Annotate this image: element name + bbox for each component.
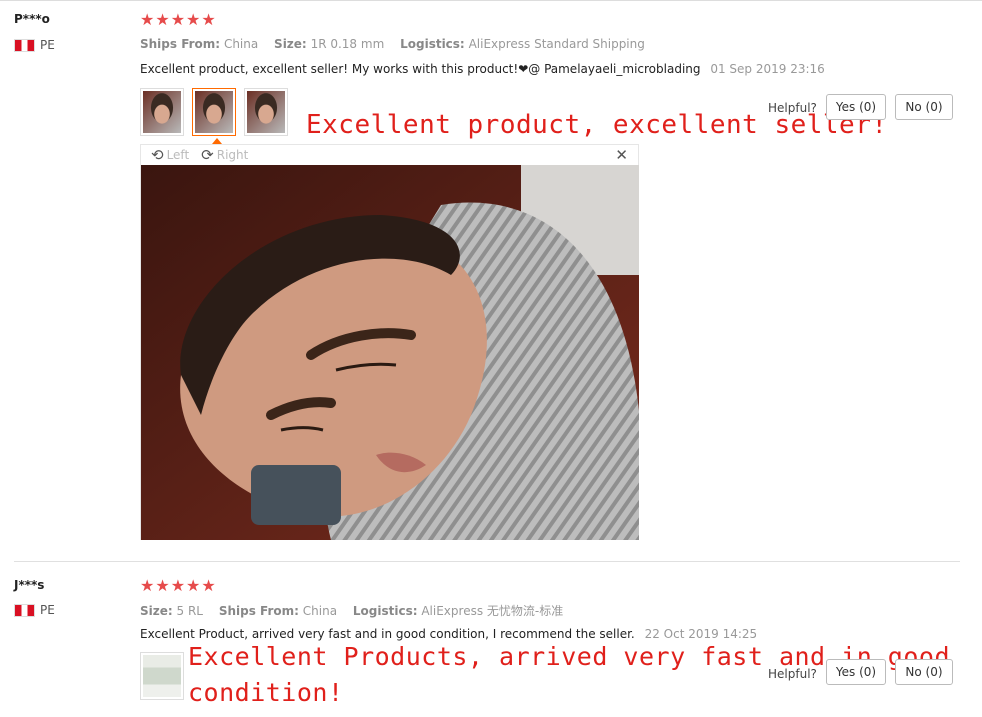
review-date: 01 Sep 2019 23:16 bbox=[710, 62, 825, 76]
review-body: Excellent Product, arrived very fast and… bbox=[140, 627, 635, 641]
rotate-left-icon: ⟲ bbox=[151, 146, 164, 164]
star-rating: ★ ★ ★ ★ ★ bbox=[140, 12, 216, 28]
reviewer-name: P***o bbox=[14, 12, 50, 26]
overlay-caption-line-2: condition! bbox=[188, 678, 344, 707]
review-thumbnail[interactable] bbox=[140, 88, 184, 136]
review-thumbnails bbox=[140, 652, 184, 700]
review-thumbnail-active[interactable] bbox=[192, 88, 236, 136]
helpful-label: Helpful? bbox=[768, 101, 817, 115]
star-icon: ★ bbox=[201, 576, 216, 595]
viewer-toolbar: ⟲ Left ⟳ Right ✕ bbox=[141, 145, 638, 165]
meta-value: 5 RL bbox=[176, 604, 203, 618]
rotate-right-button[interactable]: ⟳ Right bbox=[201, 146, 248, 164]
review-photo bbox=[141, 165, 639, 540]
review-meta: Ships From: China Size: 1R 0.18 mm Logis… bbox=[140, 37, 657, 51]
reviewer-country: PE bbox=[14, 38, 55, 52]
review-text: Excellent Product, arrived very fast and… bbox=[140, 627, 757, 641]
meta-label: Ships From: bbox=[140, 37, 221, 51]
star-icon: ★ bbox=[140, 10, 155, 29]
meta-value: AliExpress 无忧物流-标准 bbox=[421, 604, 564, 618]
review-thumbnail[interactable] bbox=[140, 652, 184, 700]
meta-label: Size: bbox=[274, 37, 307, 51]
review-date: 22 Oct 2019 14:25 bbox=[644, 627, 758, 641]
close-icon[interactable]: ✕ bbox=[615, 146, 628, 164]
review-item: P***o PE ★ ★ ★ ★ ★ Ships From: China Siz… bbox=[0, 0, 982, 560]
star-rating: ★ ★ ★ ★ ★ bbox=[140, 578, 216, 594]
image-viewer: ⟲ Left ⟳ Right ✕ bbox=[140, 144, 639, 540]
review-text: Excellent product, excellent seller! My … bbox=[140, 62, 825, 76]
star-icon: ★ bbox=[201, 10, 216, 29]
helpful-yes-button[interactable]: Yes (0) bbox=[826, 659, 886, 685]
reviewer-country: PE bbox=[14, 603, 55, 617]
review-meta: Size: 5 RL Ships From: China Logistics: … bbox=[140, 602, 575, 619]
meta-value: 1R 0.18 mm bbox=[310, 37, 385, 51]
helpful-label: Helpful? bbox=[768, 667, 817, 681]
rotate-right-label: Right bbox=[216, 148, 249, 162]
rotate-left-label: Left bbox=[166, 148, 190, 162]
country-code: PE bbox=[40, 38, 55, 52]
meta-label: Logistics: bbox=[400, 37, 465, 51]
helpful-no-button[interactable]: No (0) bbox=[895, 659, 953, 685]
star-icon: ★ bbox=[155, 576, 170, 595]
meta-label: Size: bbox=[140, 604, 173, 618]
star-icon: ★ bbox=[186, 576, 201, 595]
star-icon: ★ bbox=[155, 10, 170, 29]
star-icon: ★ bbox=[140, 576, 155, 595]
star-icon: ★ bbox=[186, 10, 201, 29]
helpful-yes-button[interactable]: Yes (0) bbox=[826, 94, 886, 120]
review-thumbnail[interactable] bbox=[244, 88, 288, 136]
meta-label: Logistics: bbox=[352, 604, 418, 618]
star-icon: ★ bbox=[170, 10, 186, 29]
rotate-left-button[interactable]: ⟲ Left bbox=[151, 146, 189, 164]
review-thumbnails bbox=[140, 88, 288, 136]
meta-value: AliExpress Standard Shipping bbox=[468, 37, 645, 51]
review-body: Excellent product, excellent seller! My … bbox=[140, 62, 701, 76]
review-photo-image bbox=[141, 165, 639, 540]
peru-flag-icon bbox=[14, 603, 35, 617]
country-code: PE bbox=[40, 603, 55, 617]
helpful-no-button[interactable]: No (0) bbox=[895, 94, 953, 120]
reviewer-name: J***s bbox=[14, 578, 45, 592]
review-item: J***s PE ★ ★ ★ ★ ★ Size: 5 RL Ships From… bbox=[0, 562, 982, 717]
meta-value: China bbox=[223, 37, 259, 51]
meta-label: Ships From: bbox=[218, 604, 299, 618]
meta-value: China bbox=[302, 604, 338, 618]
peru-flag-icon bbox=[14, 38, 35, 52]
star-icon: ★ bbox=[170, 576, 186, 595]
rotate-right-icon: ⟳ bbox=[201, 146, 214, 164]
